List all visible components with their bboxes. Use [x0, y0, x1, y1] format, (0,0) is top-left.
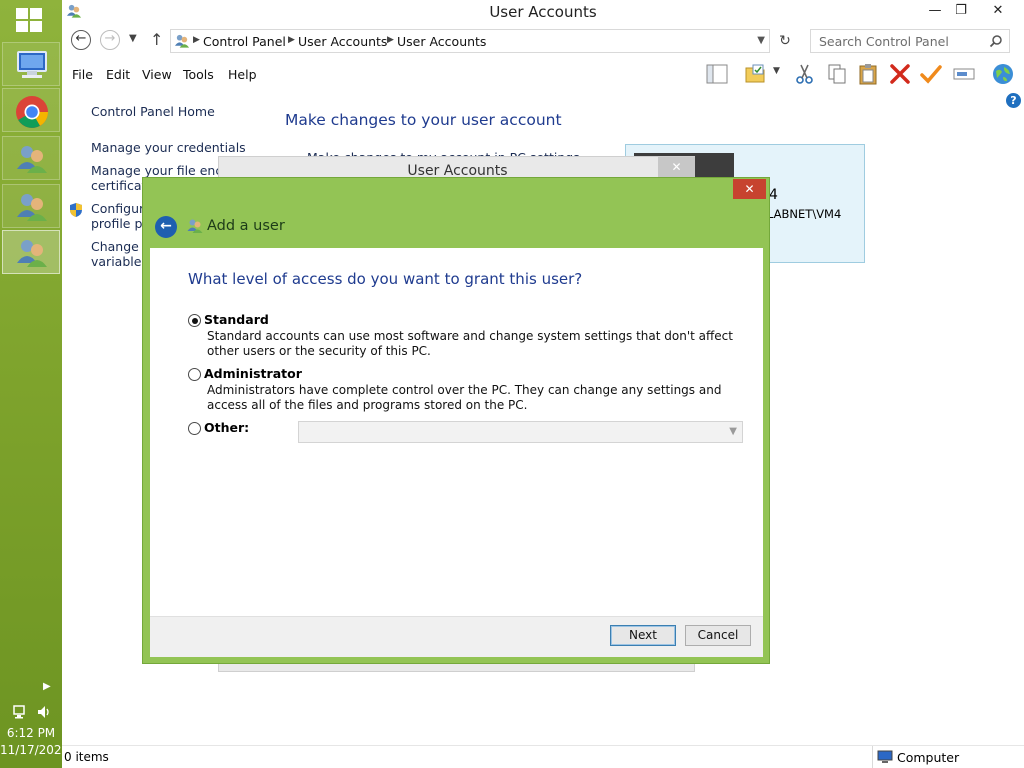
status-separator — [872, 746, 873, 768]
manage-file-encryption-link-line2[interactable]: certificates — [91, 178, 144, 193]
shield-icon — [70, 203, 82, 217]
users-icon — [17, 194, 47, 221]
menu-edit[interactable]: Edit — [106, 67, 130, 82]
back-button[interactable]: ← — [71, 30, 91, 50]
help-icon[interactable]: ? — [1006, 93, 1021, 108]
other-group-select[interactable]: ▼ — [298, 421, 743, 443]
search-icon[interactable] — [989, 34, 1003, 48]
standard-description: Standard accounts can use most software … — [207, 329, 733, 358]
other-label[interactable]: Other: — [204, 420, 249, 435]
administrator-label[interactable]: Administrator — [204, 366, 302, 381]
forward-button[interactable]: → — [100, 30, 120, 50]
network-icon[interactable] — [12, 704, 28, 720]
cut-icon[interactable] — [793, 62, 817, 86]
chevron-down-icon: ▼ — [729, 426, 737, 437]
search-input[interactable]: Search Control Panel — [810, 29, 1010, 53]
dialog-back-button[interactable]: ← — [155, 216, 177, 238]
copy-icon[interactable] — [825, 62, 849, 86]
computer-icon — [877, 750, 893, 763]
dialog-content: What level of access do you want to gran… — [150, 248, 763, 616]
taskbar-user-accounts-app-active[interactable] — [2, 230, 60, 274]
window-title: User Accounts — [489, 3, 597, 21]
chrome-icon — [16, 96, 48, 128]
users-icon — [187, 219, 203, 233]
page-heading: Make changes to your user account — [285, 111, 562, 129]
add-user-dialog: ✕ ← Add a user What level of access do y… — [142, 177, 770, 664]
standard-label[interactable]: Standard — [204, 312, 269, 327]
menu-view[interactable]: View — [142, 67, 172, 82]
rename-icon[interactable] — [952, 62, 976, 86]
globe-icon[interactable] — [991, 62, 1015, 86]
menu-bar: File Edit View Tools Help ▼ — [62, 62, 1024, 88]
account-domain: LABNET\VM4 — [767, 207, 842, 221]
status-bar: 0 items Computer — [62, 745, 1024, 768]
show-hidden-icons-chevron-icon[interactable]: ▶ — [43, 681, 51, 692]
next-button[interactable]: Next — [610, 625, 676, 646]
recent-locations-chevron-icon[interactable]: ▼ — [129, 33, 137, 44]
breadcrumb-control-panel[interactable]: Control Panel — [203, 34, 286, 49]
standard-radio[interactable] — [188, 314, 201, 327]
other-radio[interactable] — [188, 422, 201, 435]
menu-help[interactable]: Help — [228, 67, 257, 82]
users-icon — [17, 240, 47, 267]
clock-time[interactable]: 6:12 PM — [0, 726, 62, 740]
cancel-button[interactable]: Cancel — [685, 625, 751, 646]
users-icon — [174, 34, 190, 48]
delete-icon[interactable] — [888, 62, 912, 86]
dialog-footer: Next Cancel — [150, 616, 763, 657]
close-button[interactable]: ✕ — [974, 0, 1022, 22]
menu-file[interactable]: File — [72, 67, 93, 82]
account-name: 4 — [769, 187, 778, 203]
administrator-description: Administrators have complete control ove… — [207, 383, 722, 412]
volume-icon[interactable] — [36, 704, 52, 720]
change-environment-link-line2[interactable]: variables — [91, 254, 143, 269]
breadcrumb-user-accounts[interactable]: User Accounts — [298, 34, 387, 49]
start-button[interactable] — [14, 6, 46, 34]
paste-icon[interactable] — [856, 62, 880, 86]
taskbar-user-accounts-app[interactable] — [2, 184, 60, 228]
layout-icon[interactable] — [705, 62, 729, 86]
clock-date[interactable]: 11/17/2022 — [0, 743, 69, 757]
computer-icon — [17, 51, 47, 78]
title-bar[interactable]: User Accounts — ❐ ✕ — [62, 0, 1024, 24]
up-arrow-icon[interactable]: ↑ — [150, 30, 163, 49]
taskbar-user-accounts-app[interactable] — [2, 136, 60, 180]
location-label: Computer — [897, 750, 960, 765]
manage-credentials-link[interactable]: Manage your credentials — [91, 140, 246, 155]
control-panel-home-link[interactable]: Control Panel Home — [91, 104, 215, 119]
taskbar: ▶ 6:12 PM 11/17/2022 — [0, 0, 69, 768]
address-bar[interactable]: ▶ Control Panel ▶ User Accounts ▶ User A… — [170, 29, 770, 53]
dialog-close-button[interactable]: ✕ — [733, 179, 766, 199]
check-icon[interactable] — [919, 62, 943, 86]
configure-profile-link-line1[interactable]: Configure advanced user — [91, 201, 143, 216]
taskbar-chrome-app[interactable] — [2, 88, 60, 132]
users-icon — [17, 146, 47, 173]
address-dropdown-icon[interactable]: ▼ — [757, 35, 765, 46]
administrator-radio[interactable] — [188, 368, 201, 381]
configure-profile-link-line2[interactable]: profile properties — [91, 216, 143, 231]
taskbar-computer-app[interactable] — [2, 42, 60, 86]
search-placeholder: Search Control Panel — [819, 34, 949, 49]
background-dialog-close-button[interactable]: ✕ — [658, 157, 695, 177]
address-row: ← → ▼ ↑ ▶ Control Panel ▶ User Accounts … — [62, 28, 1024, 54]
refresh-icon[interactable]: ↻ — [774, 30, 796, 52]
dialog-title: Add a user — [207, 218, 285, 234]
access-level-question: What level of access do you want to gran… — [188, 270, 583, 288]
breadcrumb-user-accounts-current[interactable]: User Accounts — [397, 34, 486, 49]
manage-file-encryption-link-line1[interactable]: Manage your file encryption — [91, 163, 219, 178]
folder-properties-icon[interactable] — [743, 62, 767, 86]
breadcrumb-separator-icon[interactable]: ▶ — [193, 35, 200, 45]
items-count: 0 items — [64, 750, 109, 764]
breadcrumb-separator-icon[interactable]: ▶ — [288, 35, 295, 45]
change-environment-link-line1[interactable]: Change my environment — [91, 239, 143, 254]
menu-tools[interactable]: Tools — [183, 67, 214, 82]
restore-button[interactable]: ❐ — [946, 0, 976, 22]
breadcrumb-separator-icon[interactable]: ▶ — [387, 35, 394, 45]
